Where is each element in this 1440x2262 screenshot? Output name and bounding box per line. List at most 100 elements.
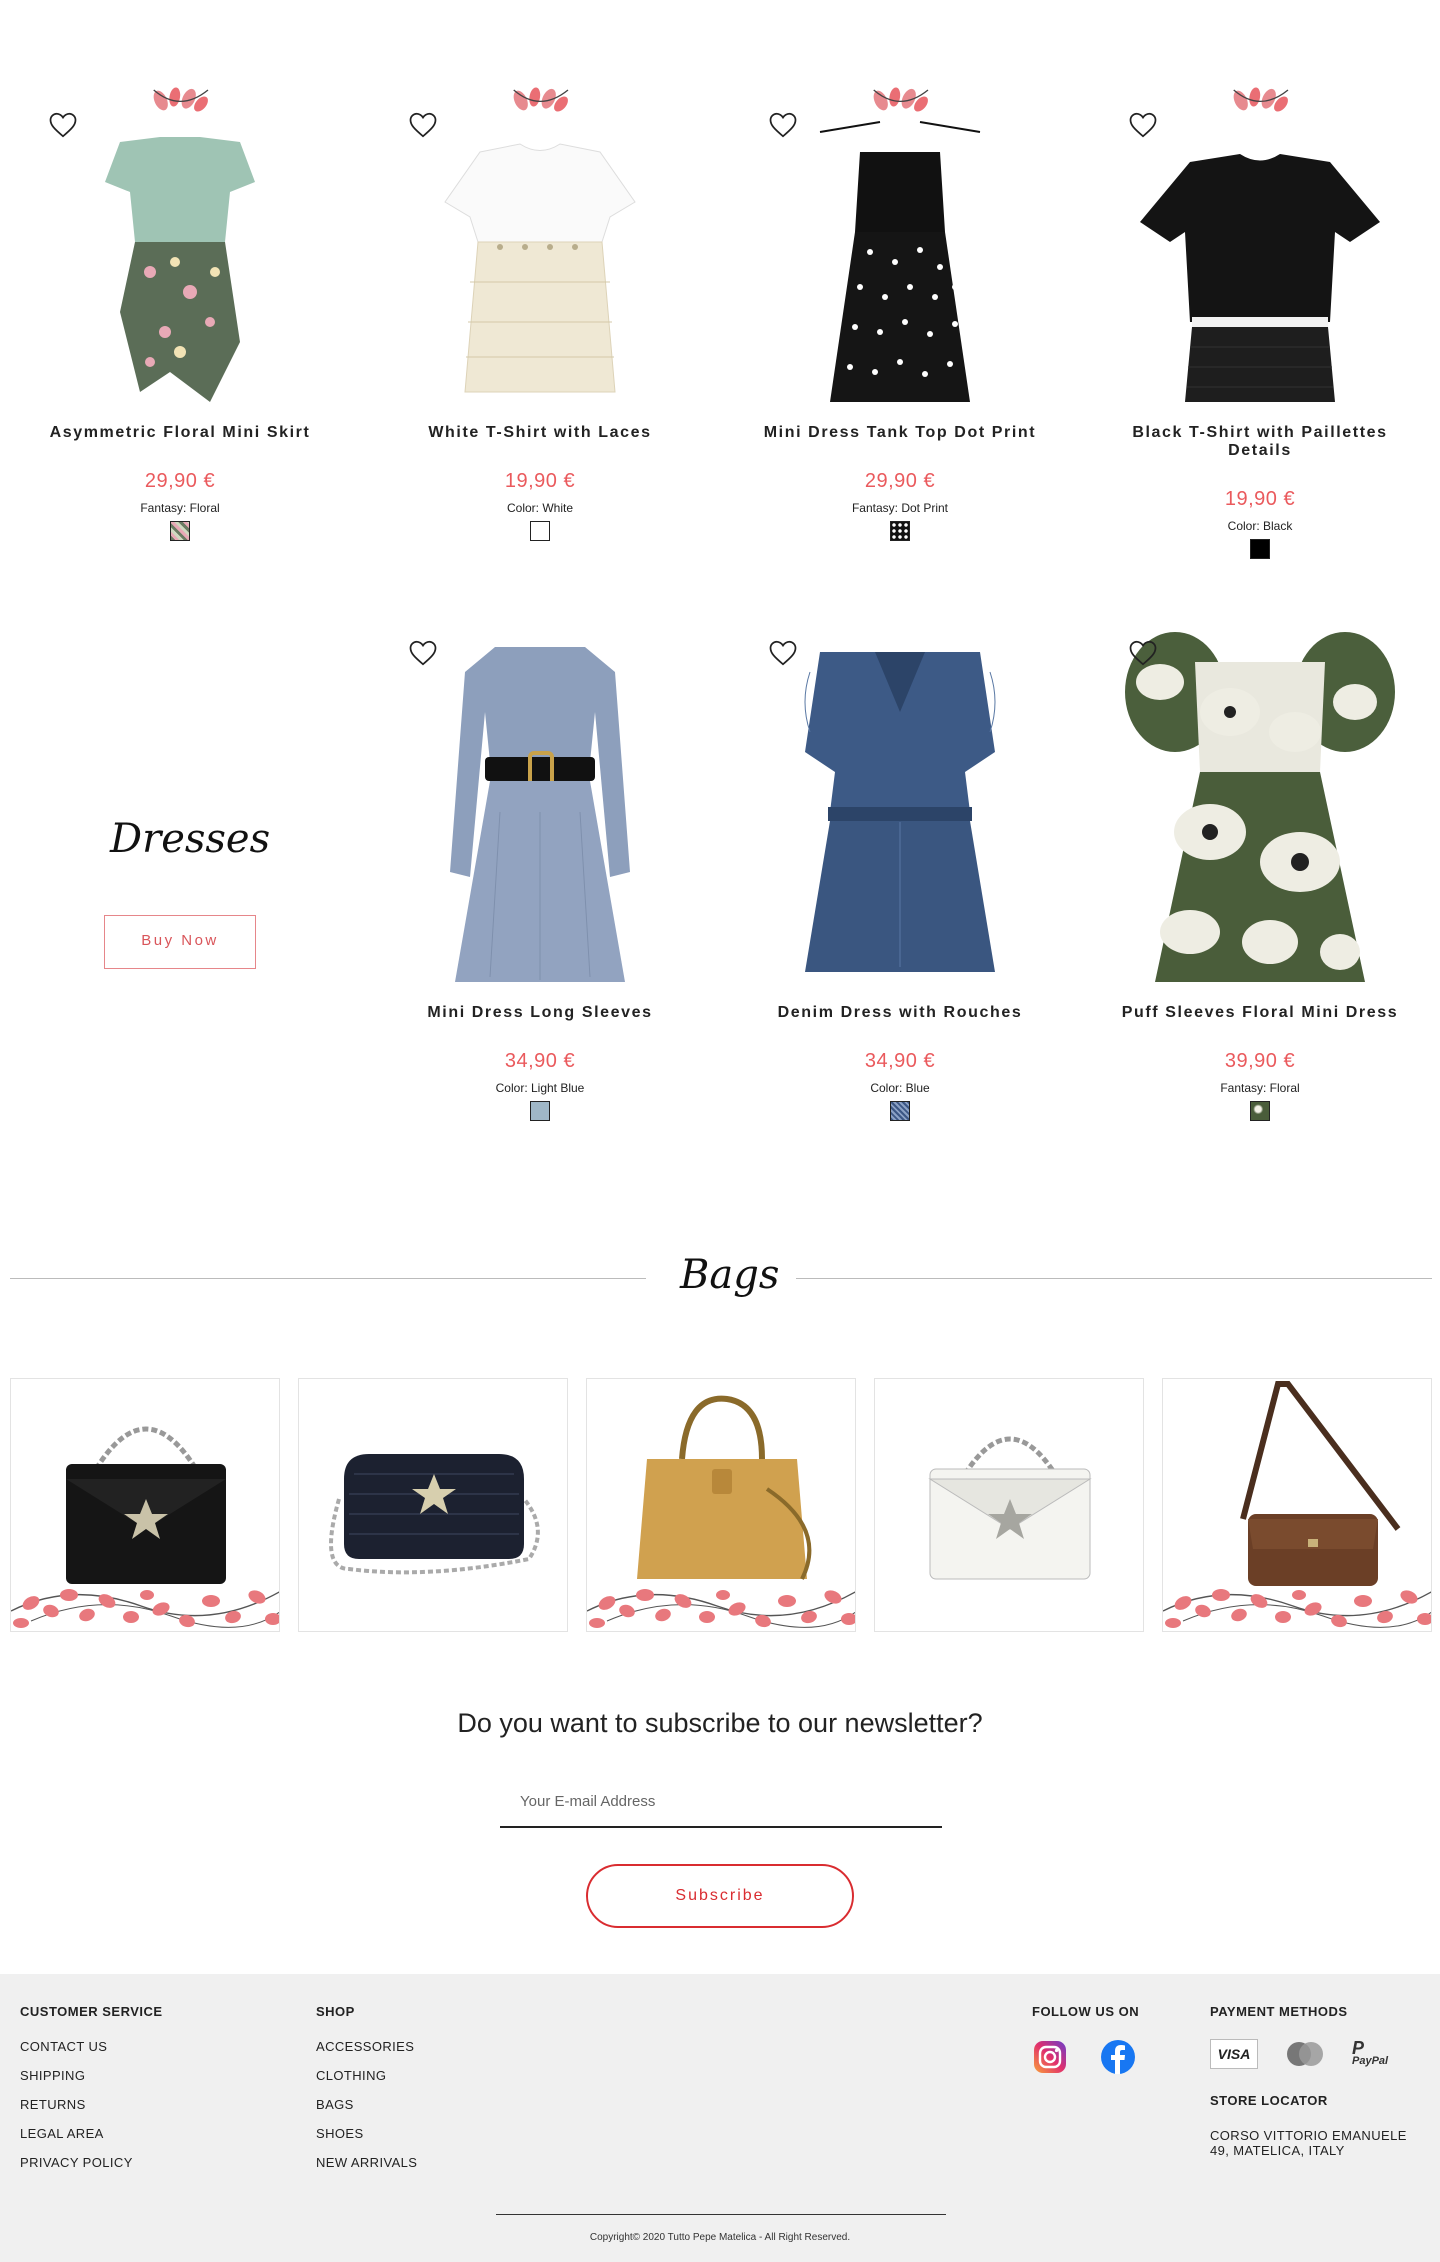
heart-icon[interactable] [768, 638, 798, 668]
denim-ruffle-dress-image [804, 652, 996, 972]
heart-icon[interactable] [1128, 110, 1158, 140]
product-image[interactable] [740, 92, 1060, 412]
white-lace-tshirt-image [444, 143, 636, 393]
instagram-icon[interactable] [1032, 2039, 1068, 2075]
product-price: 19,90 € [504, 470, 576, 492]
product-price: 29,90 € [864, 470, 936, 492]
footer-link-accessories[interactable]: ACCESSORIES [316, 2039, 417, 2054]
visa-label: VISA [1217, 2046, 1251, 2062]
product-title[interactable]: Puff Sleeves Floral Mini Dress [1100, 1004, 1420, 1022]
product-attribute: Color: Light Blue [495, 1081, 585, 1095]
buy-now-button[interactable]: Buy Now [104, 915, 256, 969]
product-attribute: Fantasy: Floral [1220, 1081, 1300, 1095]
newsletter-title: Do you want to subscribe to our newslett… [457, 1708, 983, 1738]
dot-print-mini-dress-image [819, 121, 981, 402]
product-title[interactable]: White T-Shirt with Laces [380, 424, 700, 442]
product-title[interactable]: Asymmetric Floral Mini Skirt [20, 424, 340, 442]
follow-heading: FOLLOW US ON [1032, 2004, 1140, 2019]
product-card[interactable]: White T-Shirt with Laces 19,90 € Color: … [380, 92, 700, 541]
heart-icon[interactable] [1128, 638, 1158, 668]
product-price: 34,90 € [504, 1050, 576, 1072]
dresses-promo-title: Dresses [110, 816, 271, 862]
product-price: 39,90 € [1224, 1050, 1296, 1072]
footer-link-bags[interactable]: BAGS [316, 2097, 417, 2112]
product-attribute: Fantasy: Floral [140, 501, 220, 515]
product-title[interactable]: Black T-Shirt with Paillettes Details [1100, 424, 1420, 460]
section-divider [10, 1278, 646, 1279]
color-swatch[interactable] [1250, 539, 1270, 559]
product-attribute: Fantasy: Dot Print [851, 501, 949, 515]
black-chain-bag-image [11, 1426, 279, 1630]
floral-skirt-outfit-image [105, 137, 255, 402]
white-chain-bag-image [928, 1436, 1092, 1580]
product-image[interactable] [1100, 620, 1420, 992]
product-card[interactable]: Asymmetric Floral Mini Skirt 29,90 € Fan… [20, 92, 340, 541]
footer-link-clothing[interactable]: CLOTHING [316, 2068, 417, 2083]
follow-column: FOLLOW US ON [1032, 2004, 1139, 2075]
color-swatch[interactable] [1250, 1101, 1270, 1121]
footer-link-shipping[interactable]: SHIPPING [20, 2068, 163, 2083]
heart-icon[interactable] [48, 110, 78, 140]
product-image[interactable] [740, 620, 1060, 992]
product-card[interactable]: Puff Sleeves Floral Mini Dress 39,90 € F… [1100, 620, 1420, 1121]
customer-service-column: CUSTOMER SERVICE CONTACT US SHIPPING RET… [20, 2004, 163, 2184]
bag-card[interactable] [586, 1378, 856, 1632]
product-image[interactable] [380, 92, 700, 412]
footer-link-new-arrivals[interactable]: NEW ARRIVALS [316, 2155, 417, 2170]
brown-crossbody-bag-image [1163, 1381, 1431, 1630]
blossom-hanger-icon [865, 86, 935, 122]
footer-link-returns[interactable]: RETURNS [20, 2097, 163, 2112]
store-locator-heading: STORE LOCATOR [1210, 2093, 1328, 2108]
black-paillettes-tshirt-image [1140, 154, 1380, 402]
footer-link-privacy-policy[interactable]: PRIVACY POLICY [20, 2155, 163, 2170]
color-swatch[interactable] [530, 521, 550, 541]
product-title[interactable]: Mini Dress Tank Top Dot Print [740, 424, 1060, 442]
payment-column: PAYMENT METHODS VISA P PayPal STORE LOCA… [1210, 2004, 1410, 2158]
bags-section-title: Bags [680, 1252, 780, 1298]
bag-card[interactable] [874, 1378, 1144, 1632]
product-card[interactable]: Mini Dress Long Sleeves 34,90 € Color: L… [380, 620, 700, 1121]
product-image[interactable] [380, 620, 700, 992]
product-price: 19,90 € [1224, 488, 1296, 510]
blossom-hanger-icon [505, 86, 575, 122]
bag-card[interactable] [1162, 1378, 1432, 1632]
product-image[interactable] [20, 92, 340, 412]
payment-heading: PAYMENT METHODS [1210, 2004, 1348, 2019]
product-attribute: Color: White [506, 501, 574, 515]
product-title[interactable]: Mini Dress Long Sleeves [380, 1004, 700, 1022]
puff-sleeve-floral-dress-image [1125, 632, 1395, 982]
navy-woven-bag-image [329, 1454, 540, 1575]
email-input[interactable] [500, 1776, 942, 1828]
product-image[interactable] [1100, 92, 1420, 412]
section-divider [796, 1278, 1432, 1279]
footer: CUSTOMER SERVICE CONTACT US SHIPPING RET… [0, 1974, 1440, 2262]
footer-link-shoes[interactable]: SHOES [316, 2126, 417, 2141]
paypal-label: PayPal [1352, 2055, 1389, 2067]
color-swatch[interactable] [170, 521, 190, 541]
bag-card[interactable] [298, 1378, 568, 1632]
shop-column: SHOP ACCESSORIES CLOTHING BAGS SHOES NEW… [316, 2004, 417, 2184]
product-attribute: Color: Blue [870, 1081, 930, 1095]
store-address: CORSO VITTORIO EMANUELE 49, MATELICA, IT… [1210, 2128, 1407, 2158]
product-card[interactable]: Denim Dress with Rouches 34,90 € Color: … [740, 620, 1060, 1121]
color-swatch[interactable] [890, 521, 910, 541]
facebook-icon[interactable] [1100, 2039, 1136, 2075]
heart-icon[interactable] [408, 638, 438, 668]
color-swatch[interactable] [890, 1101, 910, 1121]
footer-link-legal-area[interactable]: LEGAL AREA [20, 2126, 163, 2141]
heart-icon[interactable] [768, 110, 798, 140]
footer-link-contact-us[interactable]: CONTACT US [20, 2039, 163, 2054]
product-attribute: Color: Black [1227, 519, 1293, 533]
product-card[interactable]: Mini Dress Tank Top Dot Print 29,90 € Fa… [740, 92, 1060, 541]
heart-icon[interactable] [408, 110, 438, 140]
subscribe-button[interactable]: Subscribe [586, 1864, 854, 1928]
mustard-tote-bag-image [587, 1395, 855, 1630]
mastercard-icon [1287, 2042, 1323, 2066]
color-swatch[interactable] [530, 1101, 550, 1121]
bag-card[interactable] [10, 1378, 280, 1632]
product-card[interactable]: Black T-Shirt with Paillettes Details 19… [1100, 92, 1420, 559]
shop-heading: SHOP [316, 2004, 355, 2019]
light-blue-long-sleeve-dress-image [450, 647, 630, 982]
product-title[interactable]: Denim Dress with Rouches [740, 1004, 1060, 1022]
product-price: 34,90 € [864, 1050, 936, 1072]
